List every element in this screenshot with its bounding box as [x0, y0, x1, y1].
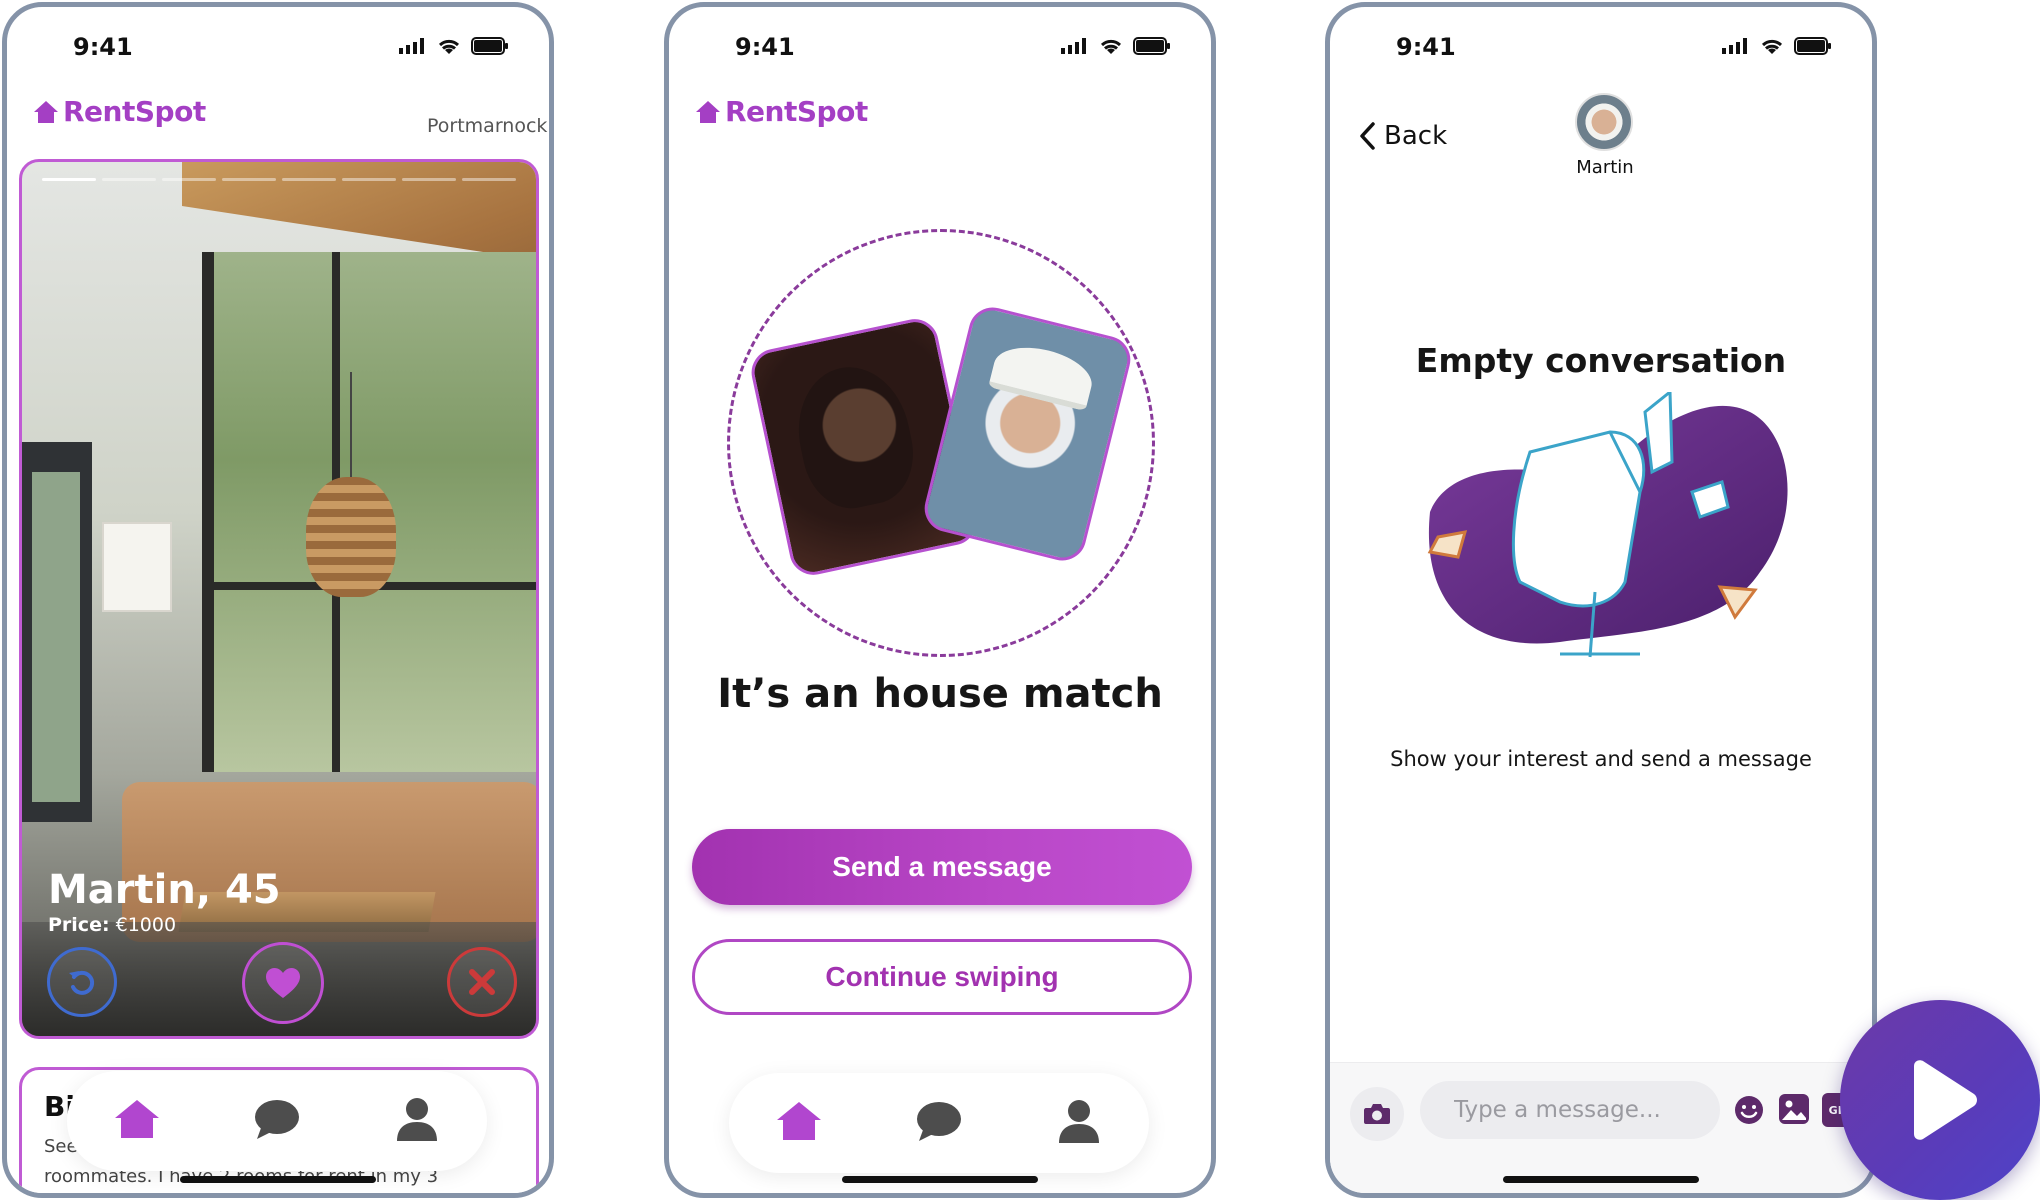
home-indicator — [842, 1176, 1038, 1183]
wifi-icon — [1100, 39, 1122, 54]
phone-chat-screen: 9:41 Back Martin Empty conversation Show… — [1325, 2, 1877, 1198]
phone-match-screen: 9:41 RentSpot It’s an house match Send a… — [664, 2, 1216, 1198]
status-bar: 9:41 — [7, 7, 549, 87]
send-message-button[interactable]: Send a message — [692, 829, 1192, 905]
progress-segment — [162, 178, 216, 181]
like-button[interactable] — [242, 942, 324, 1024]
brand-name: RentSpot — [725, 95, 868, 128]
dislike-button[interactable] — [447, 947, 517, 1017]
back-label: Back — [1384, 121, 1448, 151]
listing-price: Price: €1000 — [48, 914, 176, 936]
undo-icon — [69, 970, 95, 995]
battery-icon — [1133, 37, 1170, 55]
chat-icon — [917, 1102, 961, 1141]
continue-swiping-button[interactable]: Continue swiping — [692, 939, 1192, 1015]
tab-profile[interactable] — [1055, 1098, 1103, 1148]
tab-messages[interactable] — [253, 1098, 301, 1144]
image-icon — [1779, 1094, 1809, 1124]
chevron-left-icon — [1360, 122, 1375, 150]
chat-icon — [255, 1100, 299, 1139]
status-icons — [399, 37, 509, 55]
tab-home[interactable] — [775, 1100, 823, 1146]
user-photo-hair — [786, 356, 924, 517]
listing-card[interactable]: Martin, 45 Price: €1000 — [19, 159, 539, 1039]
signal-icon — [1061, 38, 1086, 54]
listing-name: Martin, 45 — [48, 867, 281, 913]
progress-segment — [402, 178, 456, 181]
emoji-icon — [1735, 1096, 1763, 1124]
signal-icon — [1722, 38, 1747, 54]
wifi-icon — [1761, 39, 1783, 54]
camera-icon — [1364, 1104, 1390, 1124]
match-title: It’s an house match — [717, 671, 1163, 717]
heart-icon — [266, 968, 300, 998]
battery-icon — [471, 37, 508, 55]
photo-progress — [42, 178, 516, 181]
empty-title: Empty conversation — [1415, 341, 1787, 380]
back-button[interactable]: Back — [1358, 121, 1447, 151]
progress-segment — [42, 178, 96, 181]
home-icon — [777, 1102, 821, 1140]
play-icon — [1914, 1060, 1977, 1140]
emoji-button[interactable] — [1734, 1095, 1764, 1129]
profile-icon — [397, 1098, 437, 1141]
tab-messages[interactable] — [915, 1100, 963, 1146]
brand-logo[interactable]: RentSpot — [33, 95, 206, 128]
profile-icon — [1059, 1100, 1099, 1143]
tab-bar — [729, 1073, 1149, 1173]
status-icons — [1061, 37, 1171, 55]
mailbox-illustration — [1427, 392, 1788, 658]
home-icon — [115, 1100, 159, 1138]
photo-lamp-cord — [350, 372, 352, 477]
status-time: 9:41 — [73, 33, 133, 61]
battery-icon — [1794, 37, 1831, 55]
house-logo-icon — [696, 100, 720, 123]
brand-name: RentSpot — [63, 95, 206, 128]
contact-name[interactable]: Martin — [1550, 157, 1660, 178]
price-value: €1000 — [115, 914, 177, 936]
tab-home[interactable] — [113, 1098, 161, 1144]
phone-swipe-screen: 9:41 RentSpot Portmarnock Martin, 45 Pri… — [2, 2, 554, 1198]
camera-button[interactable] — [1350, 1087, 1404, 1141]
progress-segment — [462, 178, 516, 181]
status-bar: 9:41 — [669, 7, 1211, 87]
play-button[interactable] — [1840, 1000, 2040, 1200]
tab-profile[interactable] — [393, 1096, 441, 1146]
progress-segment — [222, 178, 276, 181]
message-input[interactable] — [1420, 1081, 1720, 1139]
stage: 9:41 RentSpot Portmarnock Martin, 45 Pri… — [0, 0, 2040, 1200]
status-time: 9:41 — [1396, 33, 1456, 61]
house-logo-icon — [34, 100, 58, 123]
location-label: Portmarnock — [427, 115, 548, 137]
contact-avatar[interactable] — [1575, 93, 1633, 151]
photo-artwork — [102, 522, 172, 612]
photo-lamp — [306, 477, 396, 597]
close-icon — [469, 969, 495, 995]
progress-segment — [282, 178, 336, 181]
status-time: 9:41 — [735, 33, 795, 61]
home-indicator — [180, 1176, 376, 1183]
image-button[interactable] — [1778, 1093, 1810, 1129]
progress-segment — [342, 178, 396, 181]
status-icons — [1722, 37, 1832, 55]
undo-button[interactable] — [47, 947, 117, 1017]
tab-bar — [67, 1071, 487, 1171]
wifi-icon — [438, 39, 460, 54]
host-photo-cap — [988, 338, 1098, 412]
signal-icon — [399, 38, 424, 54]
photo-door-glass — [32, 472, 80, 802]
status-bar: 9:41 — [1330, 7, 1872, 87]
price-label: Price: — [48, 914, 110, 936]
home-indicator — [1503, 1176, 1699, 1183]
brand-logo[interactable]: RentSpot — [695, 95, 868, 128]
progress-segment — [102, 178, 156, 181]
empty-subtitle: Show your interest and send a message — [1390, 747, 1812, 771]
